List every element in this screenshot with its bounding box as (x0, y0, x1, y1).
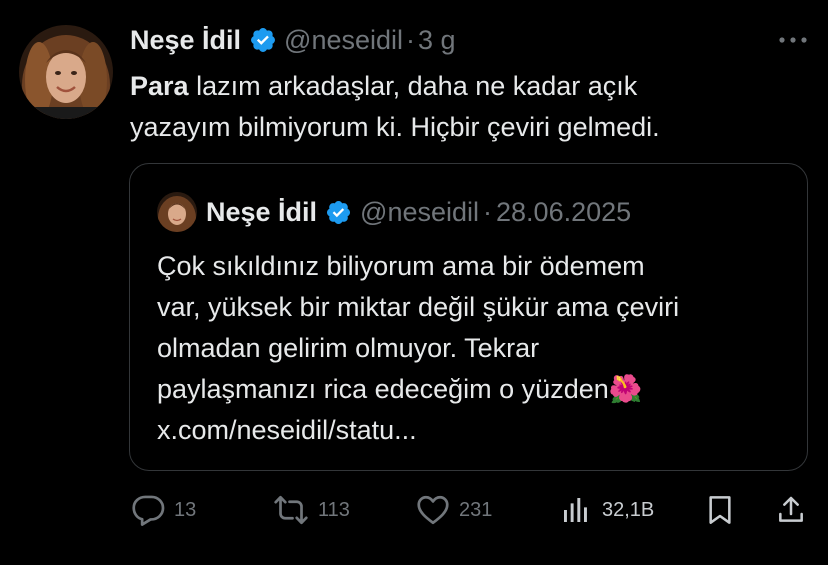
views-icon (564, 498, 587, 522)
quoted-verified-badge-icon (327, 200, 351, 224)
author-name[interactable]: Neşe İdil (130, 25, 241, 56)
action-bar: 13 113 231 32,1B (0, 490, 828, 530)
author-handle[interactable]: @neseidil (284, 25, 403, 56)
reply-button[interactable]: 13 (130, 490, 196, 530)
quoted-author-handle: @neseidil (360, 196, 480, 227)
quoted-text-line: olmadan gelirim olmuyor. Tekrar (157, 333, 540, 363)
quoted-text-line: paylaşmanızı rica edeceğim o yüzden🌺 (157, 374, 643, 404)
tweet-text: Para lazım arkadaşlar, daha ne kadar açı… (130, 66, 790, 148)
tweet-text-line1: lazım arkadaşlar, daha ne kadar açık (188, 71, 638, 101)
tweet-text-bold: Para (130, 71, 189, 101)
views-button[interactable]: 32,1B (560, 490, 654, 530)
retweet-icon (274, 495, 308, 525)
quoted-text-line: Çok sıkıldınız biliyorum ama bir ödemem (157, 251, 645, 281)
quoted-author-name: Neşe İdil (206, 196, 318, 227)
like-button[interactable]: 231 (415, 490, 492, 530)
like-count: 231 (459, 498, 493, 521)
views-count: 32,1B (602, 498, 655, 521)
reply-icon (132, 495, 165, 526)
retweet-count: 113 (318, 498, 350, 521)
heart-icon (417, 495, 449, 525)
author-avatar[interactable] (19, 25, 113, 119)
bookmark-button[interactable] (704, 490, 736, 530)
separator-dot: · (406, 24, 416, 55)
reply-count: 13 (174, 498, 197, 521)
verified-badge-icon (251, 28, 276, 52)
quoted-author-avatar (157, 192, 197, 232)
tweet-header: Neşe İdil @neseidil · 3 g (130, 22, 456, 58)
quoted-tweet[interactable]: Neşe İdil @neseidil · 28.06.2025 Çok sık… (129, 163, 808, 471)
tweet-time[interactable]: 3 g (418, 25, 456, 56)
quoted-tweet-date: 28.06.2025 (496, 196, 632, 227)
retweet-button[interactable]: 113 (272, 490, 350, 530)
share-icon (779, 496, 803, 522)
quoted-text-line: var, yüksek bir miktar değil şükür ama ç… (157, 292, 680, 322)
share-button[interactable] (775, 490, 807, 530)
quoted-tweet-header: Neşe İdil @neseidil · 28.06.2025 (157, 192, 632, 232)
quoted-separator-dot: · (483, 196, 493, 227)
bookmark-icon (709, 496, 731, 524)
tweet-text-line2: yazayım bilmiyorum ki. Hiçbir çeviri gel… (130, 112, 660, 142)
more-options-icon[interactable] (776, 30, 810, 50)
quoted-text-link[interactable]: x.com/neseidil/statu... (157, 410, 797, 451)
quoted-tweet-text: Çok sıkıldınız biliyorum ama bir ödemem … (157, 246, 797, 451)
